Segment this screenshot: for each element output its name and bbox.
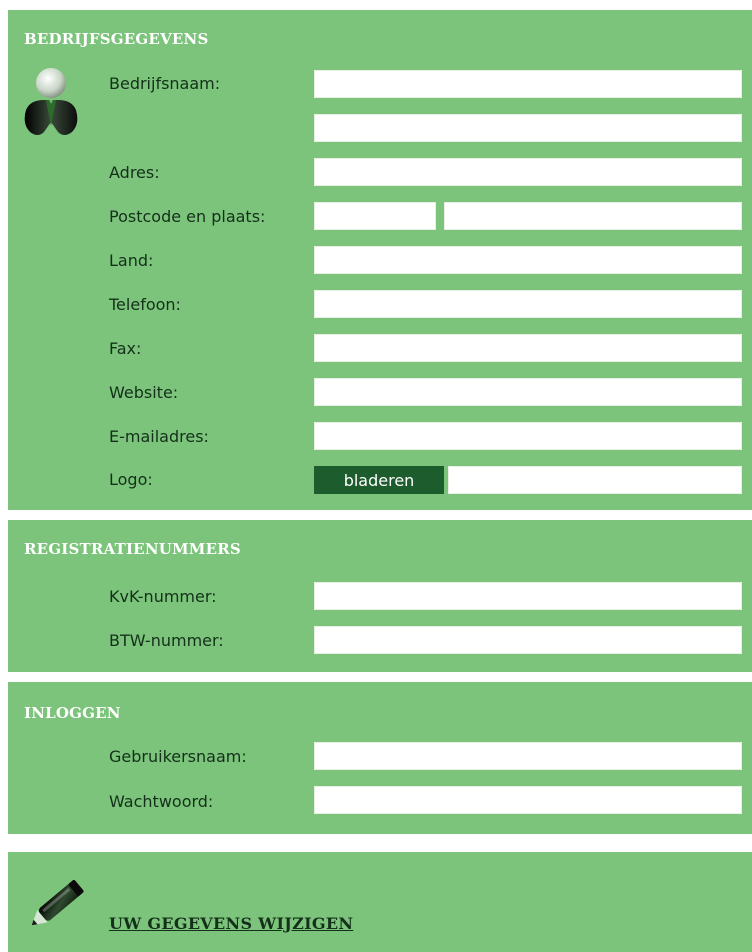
registration-panel: REGISTRATIENUMMERS KvK-nummer: BTW-numme… [8, 520, 752, 672]
username-input[interactable] [314, 742, 742, 770]
action-panel: UW GEGEVENS WIJZIGEN [8, 852, 752, 952]
address-input[interactable] [314, 158, 742, 186]
company-name-input[interactable] [314, 70, 742, 98]
edit-details-link[interactable]: UW GEGEVENS WIJZIGEN [109, 914, 353, 933]
postcode-input[interactable] [314, 202, 436, 230]
password-label: Wachtwoord: [109, 792, 214, 811]
btw-label: BTW-nummer: [109, 631, 224, 650]
pencil-icon [20, 868, 94, 944]
email-input[interactable] [314, 422, 742, 450]
registration-section-title: REGISTRATIENUMMERS [24, 540, 241, 558]
password-input[interactable] [314, 786, 742, 814]
company-name-label: Bedrijfsnaam: [109, 74, 221, 93]
phone-label: Telefoon: [109, 295, 181, 314]
browse-button[interactable]: bladeren [314, 466, 444, 494]
user-icon [20, 66, 82, 154]
logo-label: Logo: [109, 470, 153, 489]
address-label: Adres: [109, 163, 160, 182]
website-input[interactable] [314, 378, 742, 406]
country-label: Land: [109, 251, 154, 270]
postcode-city-label: Postcode en plaats: [109, 207, 266, 226]
username-label: Gebruikersnaam: [109, 747, 247, 766]
login-panel: INLOGGEN Gebruikersnaam: Wachtwoord: [8, 682, 752, 834]
email-label: E-mailadres: [109, 427, 209, 446]
kvk-input[interactable] [314, 582, 742, 610]
company-name-input-2[interactable] [314, 114, 742, 142]
company-details-panel: BEDRIJFSGEGEVENS Bedrijfsnaam: Adres: Po… [8, 10, 752, 510]
logo-file-input[interactable] [448, 466, 742, 494]
country-input[interactable] [314, 246, 742, 274]
btw-input[interactable] [314, 626, 742, 654]
fax-label: Fax: [109, 339, 142, 358]
phone-input[interactable] [314, 290, 742, 318]
kvk-label: KvK-nummer: [109, 587, 217, 606]
company-section-title: BEDRIJFSGEGEVENS [24, 30, 209, 48]
website-label: Website: [109, 383, 179, 402]
city-input[interactable] [444, 202, 742, 230]
fax-input[interactable] [314, 334, 742, 362]
login-section-title: INLOGGEN [24, 704, 121, 722]
